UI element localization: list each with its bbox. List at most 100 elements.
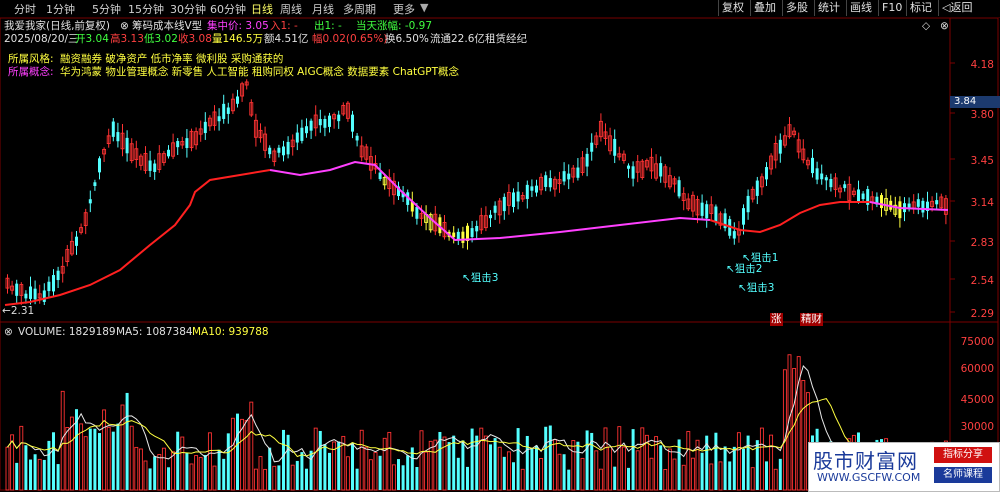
diamond-icon[interactable]: ◇ (922, 20, 930, 33)
volume-bar (742, 448, 745, 490)
candle-body (470, 228, 474, 237)
volume-bar (244, 420, 249, 491)
chevron-down-icon[interactable]: ▼ (420, 1, 428, 14)
candle-body (677, 180, 681, 197)
candle-body (222, 103, 226, 119)
tab-more[interactable]: 更多 (393, 1, 415, 17)
volume-bar (424, 451, 429, 491)
volume-bar (282, 429, 285, 490)
chart-border (0, 17, 999, 491)
volume-bar (180, 436, 185, 491)
volume-bar (530, 448, 534, 490)
sniper-signal: ↖狙击3 (462, 272, 499, 284)
sniper-signal: ↖狙击3 (738, 282, 775, 294)
volume-bar (659, 445, 663, 490)
overlay-button[interactable]: 叠加 (750, 0, 779, 16)
tab-30min[interactable]: 30分钟 (170, 1, 206, 17)
candle-body (544, 175, 548, 187)
volume-bar (19, 425, 24, 491)
volume-bar (295, 460, 299, 490)
logo-title: 股市财富网 (813, 449, 918, 473)
candle-body (378, 172, 382, 180)
f10-button[interactable]: F10 (878, 0, 905, 16)
indicator-day-change: 当天涨幅: -0.97 (356, 20, 433, 32)
volume-bar (217, 449, 221, 490)
volume-bar (613, 466, 617, 490)
volume-bar (479, 427, 484, 491)
volume-bar (690, 457, 695, 491)
back-button[interactable]: ◁返回 (938, 0, 975, 16)
volume-bar (552, 439, 557, 491)
candle-body (116, 132, 120, 142)
close-icon[interactable]: ⊗ (940, 20, 949, 33)
volume-bar (567, 469, 571, 490)
volume-bar (714, 432, 718, 490)
candle-body (226, 107, 230, 114)
candle-body (857, 189, 860, 202)
volume-bar (723, 446, 727, 490)
volume-bar (65, 426, 70, 491)
tab-fenshi[interactable]: 分时 (14, 1, 36, 17)
volume-bar (792, 367, 797, 491)
tab-daily[interactable]: 日线 (251, 1, 273, 17)
volume-bar (571, 440, 576, 491)
volume-bar (189, 463, 194, 491)
candle-body (585, 153, 589, 167)
candle-body (309, 120, 313, 131)
candle-body (659, 163, 663, 177)
volume-bar (33, 454, 37, 490)
tab-60min[interactable]: 60分钟 (210, 1, 246, 17)
volume-bar (167, 467, 170, 490)
volume-bar (93, 428, 97, 490)
volume-bar (419, 430, 424, 491)
candle-body (236, 96, 239, 104)
volume-bar (56, 464, 60, 490)
volume-bar (351, 442, 354, 490)
tab-weekly[interactable]: 周线 (280, 1, 302, 17)
candle-body (282, 146, 285, 156)
volume-bar (29, 459, 32, 490)
candle-body (714, 206, 718, 223)
volume-bar (548, 425, 552, 490)
candle-body (15, 283, 19, 296)
min-price-label: ←2.31 (2, 305, 35, 317)
tab-multi-period[interactable]: 多周期 (343, 1, 376, 17)
indicator-gear-icon[interactable]: ⊗ (120, 20, 129, 33)
volume-bar (709, 463, 714, 491)
tab-1min[interactable]: 1分钟 (46, 1, 75, 17)
candle-body (452, 232, 456, 238)
rise-badge[interactable]: 涨 (770, 313, 783, 326)
candle-body (56, 270, 60, 281)
volume-bar (700, 452, 704, 490)
indicator-center-price: 集中价: 3.05 (207, 20, 269, 32)
volume-bar (138, 448, 143, 491)
volume-bar (640, 427, 645, 491)
volume-bar (686, 431, 691, 491)
volume-bar (106, 426, 111, 491)
candle-body (935, 200, 939, 205)
volume-bar (161, 447, 166, 491)
volume-axis-label: 30000 (960, 421, 994, 433)
tab-5min[interactable]: 5分钟 (92, 1, 121, 17)
fuquan-button[interactable]: 复权 (718, 0, 747, 16)
stats-button[interactable]: 统计 (814, 0, 843, 16)
candle-body (907, 203, 911, 208)
finance-badge[interactable]: 精财 (800, 313, 823, 326)
volume-bar (456, 457, 460, 490)
volume-bar (116, 423, 120, 490)
volume-bar (83, 436, 88, 491)
multi-stock-button[interactable]: 多股 (782, 0, 811, 16)
draw-line-button[interactable]: 画线 (846, 0, 875, 16)
volume-bar (345, 456, 350, 491)
mark-button[interactable]: 标记 (906, 0, 935, 16)
volume-panel-icon[interactable]: ⊗ (4, 326, 13, 339)
indicator-name[interactable]: 筹码成本线V型 (132, 20, 202, 33)
volume-bar (134, 446, 139, 491)
price-axis-label: 3.45 (970, 155, 994, 167)
volume-bar (502, 456, 506, 490)
volume-bar (415, 467, 419, 490)
tab-15min[interactable]: 15分钟 (128, 1, 164, 17)
tab-monthly[interactable]: 月线 (312, 1, 334, 17)
candle-body (778, 139, 782, 154)
quote-high: 高3.13 (110, 33, 144, 45)
